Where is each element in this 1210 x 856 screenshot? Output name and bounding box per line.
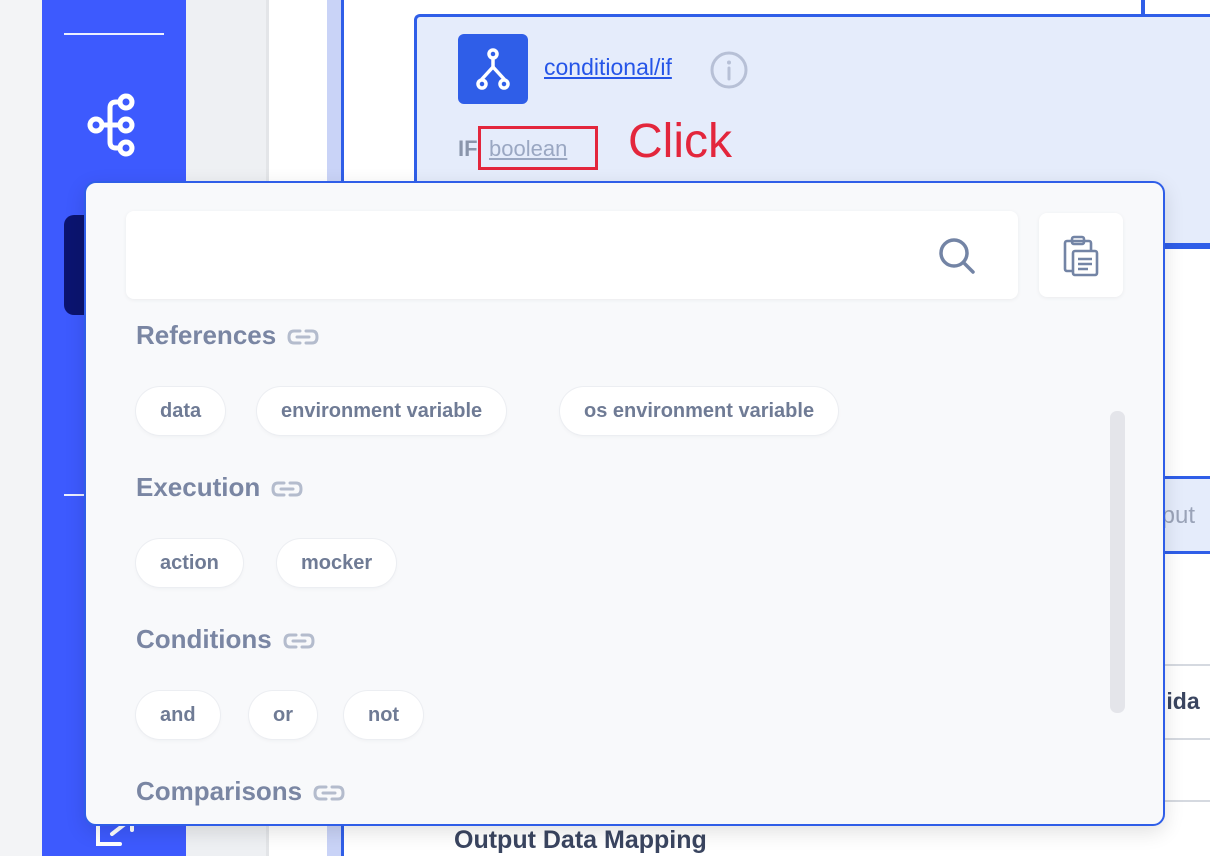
node-title-link[interactable]: conditional/if: [544, 54, 672, 81]
chip-mocker[interactable]: mocker: [277, 539, 397, 587]
section-title-references: References: [136, 320, 320, 351]
link-icon[interactable]: [286, 327, 320, 347]
section-title-comparisons: Comparisons: [136, 776, 346, 807]
link-icon[interactable]: [282, 631, 316, 651]
section-title-execution: Execution: [136, 472, 304, 503]
section-title-text: Execution: [136, 472, 261, 502]
workflow-icon[interactable]: [86, 92, 146, 158]
link-icon[interactable]: [270, 479, 304, 499]
section-title-text: Conditions: [136, 624, 272, 654]
node-type-icon: [458, 34, 528, 104]
section-title-text: References: [136, 320, 277, 350]
connector-line: [1164, 551, 1210, 554]
chip-or[interactable]: or: [249, 691, 317, 739]
chip-not[interactable]: not: [344, 691, 424, 739]
link-icon[interactable]: [312, 783, 346, 803]
row-divider: [1164, 800, 1210, 802]
section-title-conditions: Conditions: [136, 624, 316, 655]
output-data-mapping-heading: Output Data Mapping: [454, 826, 707, 854]
info-icon[interactable]: [709, 50, 749, 90]
sidebar-divider: [64, 33, 164, 35]
sidebar-divider: [64, 494, 84, 496]
row-divider: [1164, 738, 1210, 740]
connector-line: [1164, 246, 1210, 249]
paste-button[interactable]: [1039, 213, 1123, 297]
section-title-text: Comparisons: [136, 776, 303, 806]
chip-os-environment-variable[interactable]: os environment variable: [560, 387, 839, 435]
expression-picker-popup: References data environment variable os …: [84, 181, 1165, 826]
validation-fragment-label: lida: [1160, 688, 1200, 714]
connector-line: [1164, 476, 1210, 479]
row-divider: [1164, 664, 1210, 666]
chip-environment-variable[interactable]: environment variable: [257, 387, 507, 435]
if-label: IF: [458, 136, 478, 161]
popup-scrollbar[interactable]: [1110, 411, 1125, 713]
click-highlight-box: [478, 126, 598, 170]
clipboard-icon: [1063, 235, 1099, 277]
app-stage: conditional/if IF boolean Click tput lid…: [0, 0, 1210, 856]
click-annotation: Click: [628, 115, 732, 168]
chip-data[interactable]: data: [136, 387, 226, 435]
chip-action[interactable]: action: [136, 539, 243, 587]
search-icon[interactable]: [938, 237, 976, 275]
search-input[interactable]: [142, 231, 926, 281]
search-box: [126, 211, 1018, 299]
chip-and[interactable]: and: [136, 691, 220, 739]
